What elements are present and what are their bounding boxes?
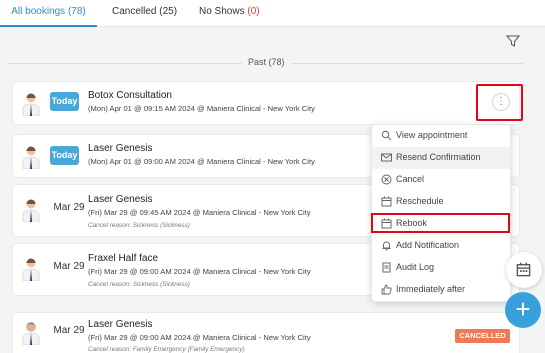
cancelled-status-badge: CANCELLED [455,329,510,343]
service-title: Laser Genesis [88,143,153,154]
menu-item-label: Reschedule [396,196,444,206]
date-badge: Mar 29 [53,202,85,213]
date-badge: Today [50,146,79,165]
menu-item-resend-confirmation[interactable]: Resend Confirmation [372,147,510,169]
doctor-avatar [22,199,40,222]
search-icon [381,130,392,141]
doctor-avatar [22,258,40,281]
plus-icon: + [515,294,531,324]
menu-item-label: Cancel [396,174,425,184]
no-shows-count: (0) [247,6,260,17]
cancel-reason: Cancel reason: Family Emergency (Family … [88,346,245,353]
menu-item-cancel[interactable]: Cancel [372,169,510,191]
rebook-highlight [371,213,510,233]
service-title: Botox Consultation [88,90,172,101]
doctor-avatar [22,93,40,116]
cancel-circle-icon [381,174,392,185]
date-badge: Mar 29 [53,261,85,272]
add-booking-button[interactable]: + [505,292,541,328]
doctor-avatar [22,146,40,169]
calendar-icon [381,196,392,207]
booking-tabs: All bookings (78) Cancelled (25) No Show… [0,0,545,27]
menu-item-label: View appointment [396,130,468,140]
menu-item-view-appointment[interactable]: View appointment [372,125,510,147]
more-button-highlight: ⋮ [476,84,523,121]
cancel-reason: Cancel reason: Sickness (Sickness) [88,281,190,288]
tab-all-bookings[interactable]: All bookings (78) [0,0,97,27]
calendar-fab[interactable] [506,252,542,288]
service-title: Laser Genesis [88,319,153,330]
no-shows-label: No Shows [199,6,245,17]
past-section-label: Past (78) [242,57,291,67]
service-title: Laser Genesis [88,194,153,205]
more-vertical-icon[interactable]: ⋮ [492,93,510,111]
doctor-avatar [22,322,40,345]
menu-item-label: Add Notification [396,240,460,250]
calendar-icon [516,262,531,277]
service-title: Fraxel Half face [88,253,159,264]
tab-cancelled[interactable]: Cancelled (25) [112,0,177,27]
booking-details: (Fri) Mar 29 @ 09:00 AM 2024 @ Maniera C… [88,333,311,342]
menu-item-immediately-after[interactable]: Immediately after [372,279,510,301]
booking-details: (Fri) Mar 29 @ 09:00 AM 2024 @ Maniera C… [88,267,311,276]
tab-no-shows[interactable]: No Shows (0) [199,0,260,27]
cancel-reason: Cancel reason: Sickness (Sickness) [88,222,190,229]
document-icon [382,262,391,273]
booking-card[interactable]: Today Botox Consultation (Mon) Apr 01 @ … [12,81,520,125]
booking-details: (Mon) Apr 01 @ 09:15 AM 2024 @ Maniera C… [88,104,315,113]
menu-item-add-notification[interactable]: Add Notification [372,235,510,257]
thumbs-up-icon [381,284,392,295]
filter-icon[interactable] [506,34,520,48]
bell-icon [382,241,391,251]
date-badge: Mar 29 [53,325,85,336]
mail-icon [381,153,392,162]
menu-item-label: Audit Log [396,262,435,272]
menu-item-label: Immediately after [396,284,466,294]
menu-item-reschedule[interactable]: Reschedule [372,191,510,213]
date-badge: Today [50,92,79,111]
menu-item-label: Resend Confirmation [396,152,481,162]
menu-item-audit-log[interactable]: Audit Log [372,257,510,279]
booking-details: (Fri) Mar 29 @ 09:45 AM 2024 @ Maniera C… [88,208,311,217]
booking-details: (Mon) Apr 01 @ 09:00 AM 2024 @ Maniera C… [88,157,315,166]
booking-card[interactable]: Mar 29 Laser Genesis (Fri) Mar 29 @ 09:0… [12,312,520,353]
